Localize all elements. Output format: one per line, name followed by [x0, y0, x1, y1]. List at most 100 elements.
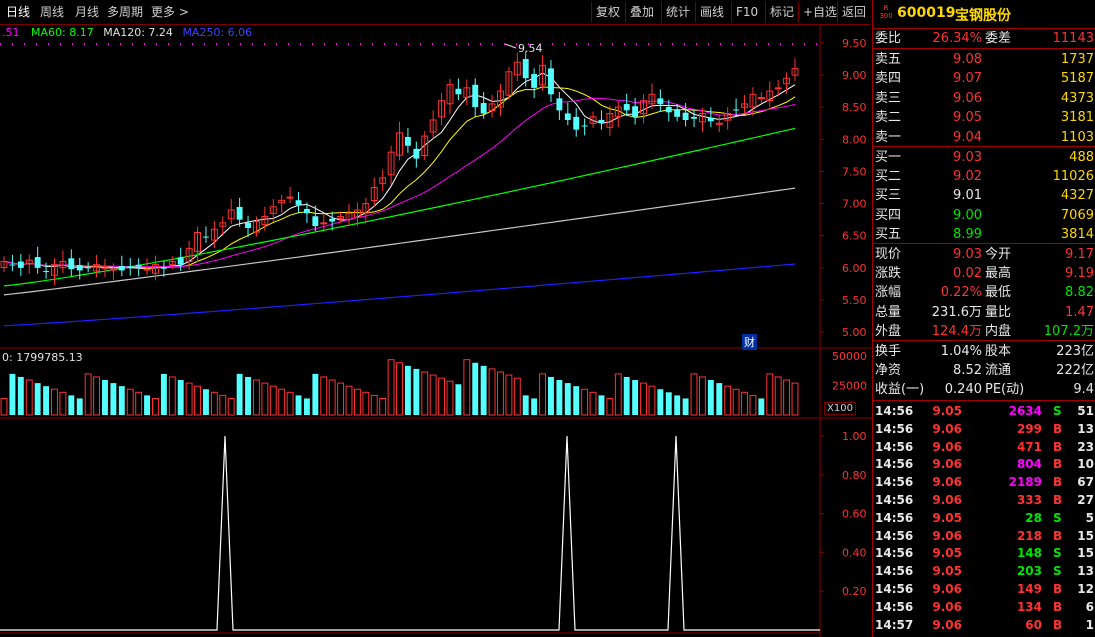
fin-label-2: 股本 — [985, 344, 1012, 359]
period-tab-3[interactable]: 多周期 — [107, 0, 143, 24]
tick-side: B — [1053, 421, 1063, 436]
candle-35 — [295, 200, 302, 205]
volume-bar-70 — [589, 391, 597, 416]
candle-15 — [127, 266, 134, 268]
tick-volume: 60 — [1025, 617, 1042, 632]
volume-bar-26 — [219, 394, 227, 416]
bid-price: 9.00 — [953, 207, 982, 223]
fin-value: 0.240 — [944, 382, 982, 398]
toolbar-button-5[interactable]: 标记 — [765, 2, 798, 22]
volume-bar-45 — [379, 397, 387, 416]
toolbar-button-7[interactable]: 返回 — [837, 2, 870, 22]
tick-row: 14:56 9.06 804 B 10 — [873, 455, 1095, 473]
weibi-label: 委比 — [875, 31, 902, 46]
period-high-label: 9.54 — [518, 42, 543, 55]
tick-volume: 148 — [1016, 546, 1042, 561]
tick-count: 13 — [1077, 564, 1094, 579]
volume-bar-92 — [774, 376, 782, 416]
volume-tick-0: 50000 — [832, 350, 867, 363]
volume-bar-82 — [690, 373, 698, 416]
volume-bar-94 — [791, 382, 799, 416]
stat-value: 9.03 — [953, 247, 982, 262]
fin-label: 换手 — [875, 344, 902, 359]
stat-value-2: 107.2万 — [1043, 323, 1094, 339]
tick-row: 14:56 9.06 2189 B 67 — [873, 473, 1095, 491]
kline-chart[interactable]: 9.50 9.00 8.50 8.00 7.50 7.00 6.50 6.00 5.50 5.00… — [0, 0, 872, 637]
ask-label: 卖三 — [875, 90, 902, 106]
tick-count: 10 — [1077, 457, 1094, 472]
toolbar-button-4[interactable]: F10 — [731, 2, 762, 22]
candle-57 — [480, 103, 487, 114]
volume-bar-91 — [766, 373, 774, 416]
toolbar-button-6[interactable]: +自选 — [798, 2, 841, 22]
tick-price: 9.06 — [932, 617, 962, 632]
price-tick-8: 5.50 — [842, 294, 867, 307]
period-tab-1[interactable]: 周线 — [40, 0, 64, 24]
bid-row: 买三 9.01 4327 — [873, 186, 1095, 205]
tick-time: 14:56 — [875, 599, 914, 614]
ask-price: 9.07 — [953, 71, 982, 87]
tick-price: 9.06 — [932, 457, 962, 472]
candle-21 — [177, 257, 184, 265]
indicator-tick-4: 0.20 — [842, 585, 867, 598]
finance-badge[interactable]: 财 — [742, 334, 757, 350]
tick-count: 27 — [1077, 493, 1094, 507]
toolbar-button-1[interactable]: 叠加 — [625, 2, 658, 22]
volume-bar-90 — [758, 398, 765, 415]
tick-row: 14:56 9.06 333 B 27 — [873, 491, 1095, 509]
stat-row: 涨跌 0.02 最高 9.19 — [873, 264, 1095, 283]
candle-10 — [85, 267, 92, 269]
toolbar-button-0[interactable]: 复权 — [591, 2, 624, 22]
volume-bar-50 — [421, 371, 429, 416]
tick-price: 9.05 — [932, 404, 962, 418]
tick-count: 13 — [1077, 421, 1094, 436]
tick-row: 14:56 9.06 149 B 12 — [873, 580, 1095, 598]
volume-bar-14 — [118, 386, 125, 415]
tick-side: B — [1053, 528, 1063, 543]
ask-price: 9.05 — [953, 110, 982, 126]
stat-value-2: 8.82 — [1065, 285, 1094, 301]
volume-bar-42 — [353, 388, 361, 416]
toolbar-button-2[interactable]: 统计 — [661, 2, 694, 22]
bid-price: 9.01 — [953, 188, 982, 204]
tick-price: 9.06 — [932, 421, 962, 436]
tick-time: 14:56 — [875, 475, 914, 490]
toolbar-button-3[interactable]: 画线 — [695, 2, 728, 22]
candle-39 — [329, 218, 336, 222]
bid-row: 买四 9.00 7069 — [873, 206, 1095, 225]
ask-price: 9.06 — [953, 90, 982, 106]
stat-value-2: 1.47 — [1065, 304, 1094, 320]
bid-volume: 7069 — [1060, 207, 1094, 223]
tick-count: 12 — [1077, 582, 1094, 596]
weibi-row: 委比 26.34% 委差 11143 — [873, 29, 1095, 48]
volume-bar-27 — [227, 397, 235, 416]
high-marker — [504, 43, 517, 49]
volume-bar-84 — [707, 380, 714, 415]
volume-bar-85 — [716, 383, 723, 415]
volume-bar-22 — [185, 382, 193, 416]
quote-header: R 300 600019 宝钢股份 — [873, 0, 1095, 28]
tick-side: B — [1053, 493, 1063, 507]
tick-time: 14:57 — [875, 617, 914, 632]
volume-bar-65 — [548, 376, 554, 415]
volume-bar-12 — [102, 380, 108, 415]
volume-unit: X100 — [824, 402, 856, 415]
stat-row: 外盘 124.4万 内盘 107.2万 — [873, 322, 1095, 341]
period-tab-2[interactable]: 月线 — [75, 0, 99, 24]
candle-67 — [564, 113, 571, 120]
volume-bar-29 — [245, 376, 251, 415]
period-tab-4[interactable]: 更多 > — [151, 0, 189, 24]
volume-bar-6 — [51, 388, 58, 416]
ask-price: 9.08 — [953, 52, 982, 67]
period-tab-0[interactable]: 日线 — [6, 0, 30, 24]
volume-bar-18 — [152, 397, 159, 416]
tick-time: 14:56 — [875, 510, 914, 525]
volume-bar-48 — [404, 365, 411, 415]
candle-29 — [245, 222, 251, 228]
volume-bar-5 — [43, 386, 50, 415]
tick-row: 14:56 9.06 134 B 6 — [873, 598, 1095, 616]
volume-bar-23 — [194, 385, 201, 416]
candle-16 — [135, 264, 142, 267]
fin-label: 净资 — [875, 363, 902, 379]
price-tick-9: 5.00 — [842, 326, 867, 339]
